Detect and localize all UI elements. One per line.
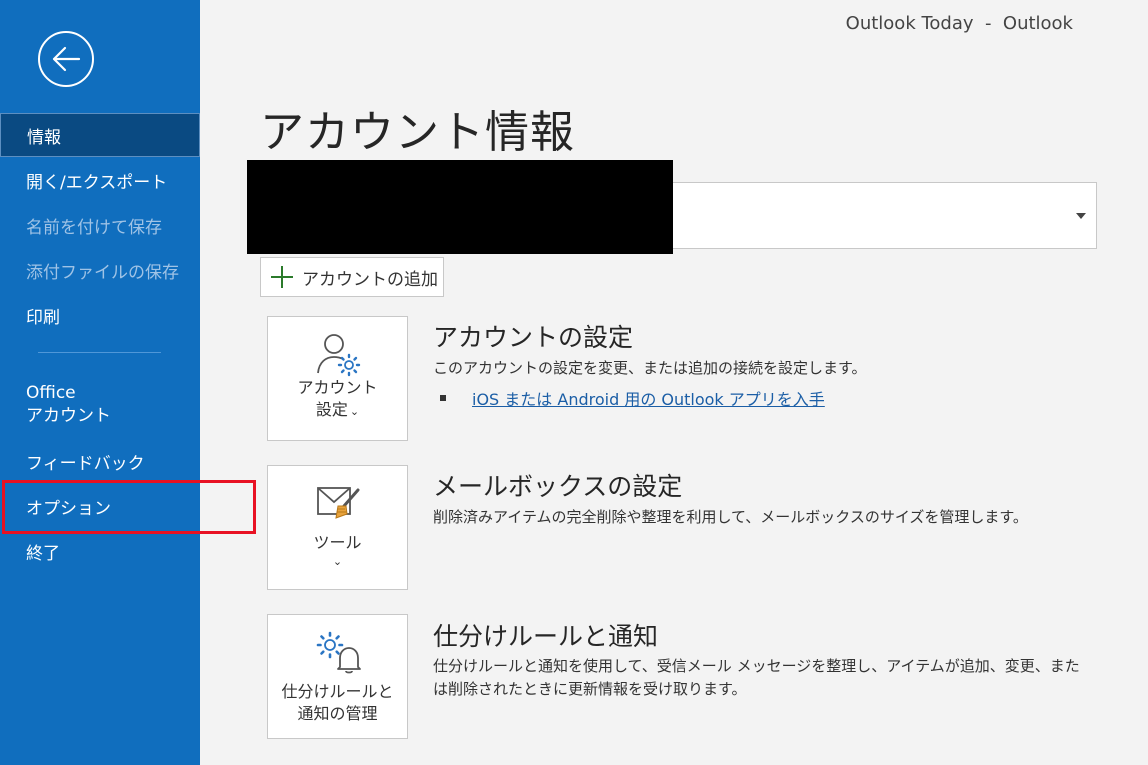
rules-alerts-description-line2: は削除されたときに更新情報を受け取ります。	[433, 680, 747, 698]
rules-alerts-label-line1: 仕分けルールと	[281, 682, 394, 701]
back-arrow-icon	[52, 46, 81, 72]
back-button[interactable]	[38, 31, 94, 87]
rules-alerts-description: 仕分けルールと通知を使用して、受信メール メッセージを整理し、アイテムが追加、変…	[433, 655, 1093, 701]
nav-item-office-account[interactable]: Office アカウント	[0, 377, 200, 433]
account-settings-title: アカウントの設定	[433, 323, 634, 352]
mailbox-tools-label: ツール	[313, 533, 362, 552]
rules-alerts-title: 仕分けルールと通知	[433, 622, 659, 651]
dropdown-caret-icon	[1076, 213, 1086, 219]
mailbox-settings-title: メールボックスの設定	[433, 472, 683, 501]
add-account-label: アカウントの追加	[302, 269, 438, 290]
bullet-icon	[440, 395, 446, 401]
account-settings-description: このアカウントの設定を変更、または追加の接続を設定します。	[433, 359, 867, 377]
chevron-down-icon: ⌄	[349, 405, 360, 418]
nav-item-save-as[interactable]: 名前を付けて保存	[0, 203, 200, 247]
nav-item-options[interactable]: オプション	[0, 484, 200, 528]
account-settings-label-line2: 設定 ⌄	[315, 400, 360, 419]
account-settings-button[interactable]: アカウント 設定 ⌄	[267, 316, 408, 441]
rules-alerts-icon	[316, 631, 361, 674]
chevron-down-icon: ⌄	[332, 555, 343, 568]
rules-alerts-button[interactable]: 仕分けルールと 通知の管理	[267, 614, 408, 739]
mobile-app-link-row: iOS または Android 用の Outlook アプリを入手	[440, 386, 825, 410]
mailbox-tools-button[interactable]: ツール ⌄	[267, 465, 408, 590]
nav-item-open-export[interactable]: 開く/エクスポート	[0, 158, 200, 202]
backstage-sidebar: 情報 開く/エクスポート 名前を付けて保存 添付ファイルの保存 印刷 Offic…	[0, 0, 200, 765]
sidebar-divider	[38, 352, 161, 353]
plus-icon	[271, 266, 293, 288]
add-account-button[interactable]: アカウントの追加	[260, 257, 444, 297]
rules-alerts-label-line2: 通知の管理	[297, 704, 378, 723]
get-mobile-app-link[interactable]: iOS または Android 用の Outlook アプリを入手	[472, 386, 825, 410]
nav-item-print[interactable]: 印刷	[0, 293, 200, 337]
page-title: アカウント情報	[260, 107, 575, 158]
mailbox-settings-description: 削除済みアイテムの完全削除や整理を利用して、メールボックスのサイズを管理します。	[433, 508, 1028, 526]
account-settings-label-line1: アカウント	[297, 378, 378, 397]
rules-alerts-description-line1: 仕分けルールと通知を使用して、受信メール メッセージを整理し、アイテムが追加、変…	[433, 657, 1080, 675]
nav-item-office-account-line2: アカウント	[26, 406, 111, 426]
nav-item-office-account-line1: Office	[26, 383, 76, 403]
nav-item-exit[interactable]: 終了	[0, 529, 200, 573]
redaction-block	[247, 160, 673, 254]
window-title: Outlook Today - Outlook	[845, 13, 1073, 34]
mailbox-tools-icon	[316, 487, 359, 519]
nav-item-save-attachments[interactable]: 添付ファイルの保存	[0, 248, 200, 292]
nav-item-info[interactable]: 情報	[0, 113, 200, 157]
nav-item-feedback[interactable]: フィードバック	[0, 439, 200, 483]
account-settings-icon	[316, 334, 360, 377]
